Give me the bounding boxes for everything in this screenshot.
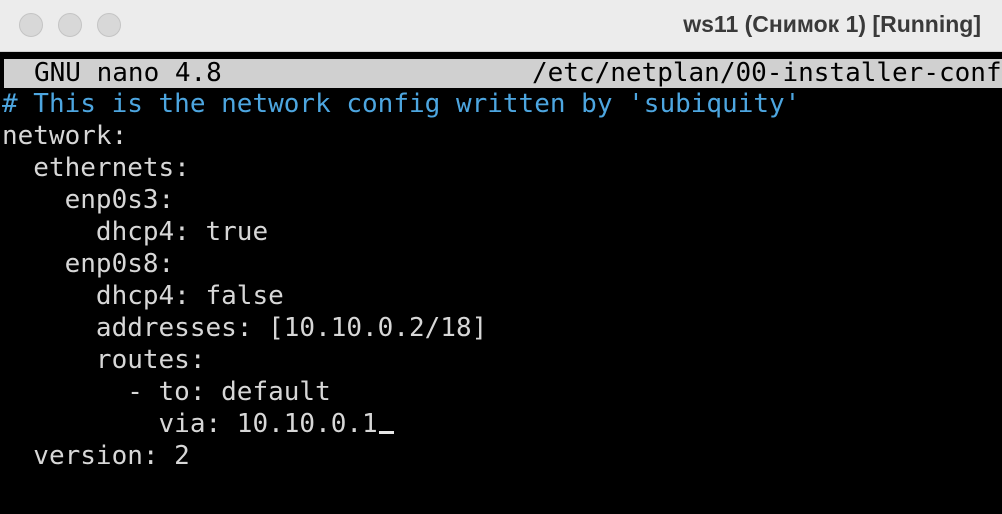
- window-titlebar[interactable]: ws11 (Снимок 1) [Running]: [0, 0, 1002, 52]
- close-button[interactable]: [19, 13, 43, 37]
- minimize-button[interactable]: [58, 13, 82, 37]
- nano-titlebar: GNU nano 4.8 /etc/netplan/00-installer-c…: [4, 59, 1002, 88]
- editor-line[interactable]: addresses: [10.10.0.2/18]: [2, 312, 1002, 344]
- editor-line[interactable]: # This is the network config written by …: [2, 88, 1002, 120]
- editor-line[interactable]: ethernets:: [2, 152, 1002, 184]
- text-cursor: [378, 431, 394, 434]
- editor-line-with-cursor[interactable]: via: 10.10.0.1: [2, 408, 1002, 440]
- editor-line[interactable]: - to: default: [2, 376, 1002, 408]
- vm-window: ws11 (Снимок 1) [Running] GNU nano 4.8 /…: [0, 0, 1002, 514]
- terminal-screen[interactable]: GNU nano 4.8 /etc/netplan/00-installer-c…: [0, 56, 1002, 514]
- editor-line-text[interactable]: via: 10.10.0.1: [2, 409, 378, 439]
- editor-line[interactable]: enp0s8:: [2, 248, 1002, 280]
- editor-line[interactable]: dhcp4: false: [2, 280, 1002, 312]
- editor-line[interactable]: dhcp4: true: [2, 216, 1002, 248]
- window-title: ws11 (Снимок 1) [Running]: [683, 11, 981, 37]
- nano-version: GNU nano 4.8: [34, 59, 222, 88]
- nano-filename: /etc/netplan/00-installer-config.yaml: [532, 59, 1002, 88]
- editor-line[interactable]: enp0s3:: [2, 184, 1002, 216]
- zoom-button[interactable]: [97, 13, 121, 37]
- editor-line[interactable]: version: 2: [2, 440, 1002, 472]
- editor-buffer[interactable]: # This is the network config written by …: [2, 88, 1002, 472]
- editor-line[interactable]: network:: [2, 120, 1002, 152]
- editor-line[interactable]: routes:: [2, 344, 1002, 376]
